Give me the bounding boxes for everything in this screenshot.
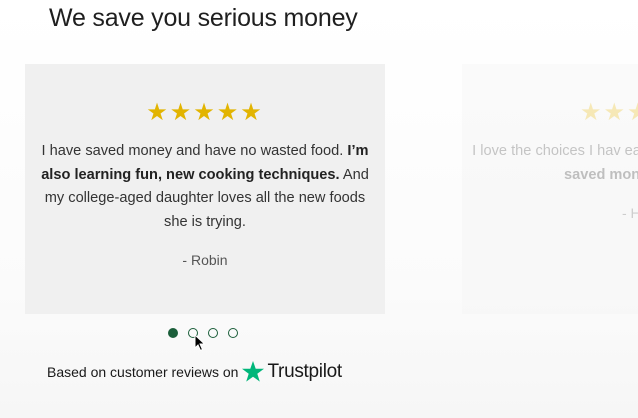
page-title: We save you serious money [49,4,358,32]
trustpilot-footer: Based on customer reviews on Trustpilot [47,360,342,384]
review-card: ★★★★★ I have saved money and have no was… [25,64,385,314]
trustpilot-logo-text[interactable]: Trustpilot [267,361,342,383]
review-text-start: I love the choices I hav ease of cooking… [472,143,638,159]
mouse-cursor-icon [194,334,206,352]
star-rating: ★★★ [580,99,638,126]
trustpilot-star-icon [242,361,265,382]
carousel-dot-4[interactable] [228,328,238,338]
carousel-dot-3[interactable] [208,328,218,338]
review-text-start: I have saved money and have no wasted fo… [41,143,348,159]
review-text: I have saved money and have no wasted fo… [40,140,370,234]
review-author: - He [622,205,638,221]
review-author: - Robin [182,252,228,268]
page: We save you serious money ★★★★★ I have s… [0,0,638,418]
review-text: I love the choices I hav ease of cooking… [467,140,638,187]
star-rating: ★★★★★ [146,99,264,126]
reviews-carousel[interactable]: ★★★★★ I have saved money and have no was… [0,64,638,314]
footer-text: Based on customer reviews on [47,364,239,380]
carousel-dot-1[interactable] [168,328,178,338]
review-card-next[interactable]: ★★★ I love the choices I hav ease of coo… [462,64,638,314]
